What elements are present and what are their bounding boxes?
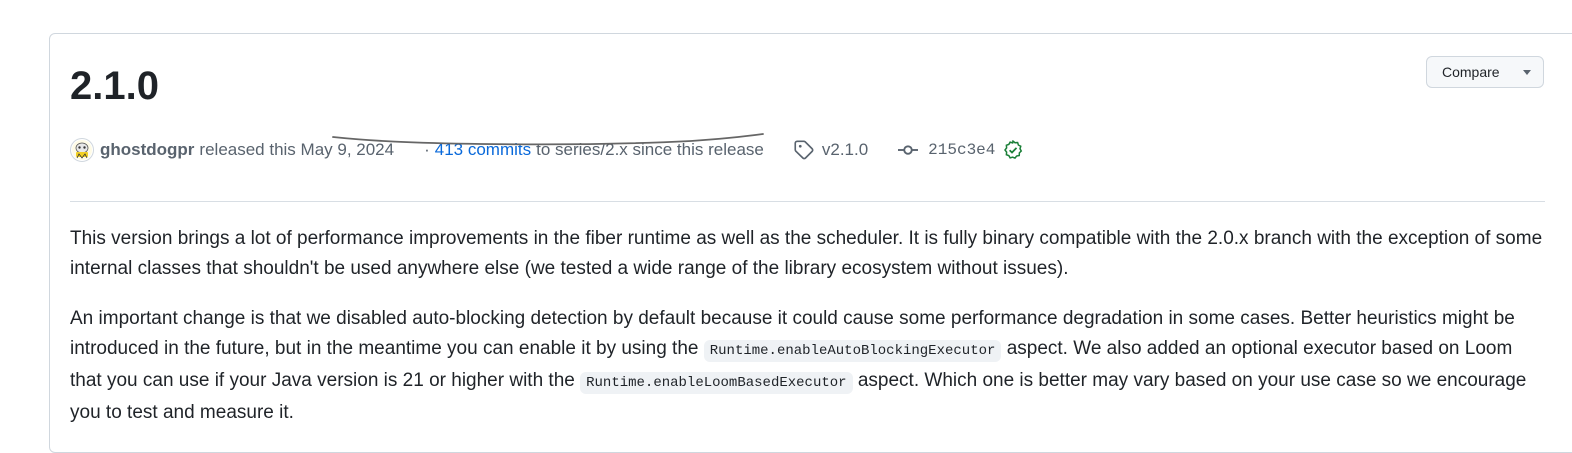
commit-sha-link[interactable]: 215c3e4 <box>928 141 995 159</box>
release-meta: ghostdogpr released this May 9, 2024 · 4… <box>70 135 1023 165</box>
compare-button[interactable]: Compare <box>1426 56 1544 88</box>
compare-label: Compare <box>1442 64 1500 80</box>
notes-paragraph-1: This version brings a lot of performance… <box>70 228 1543 279</box>
author-link[interactable]: ghostdogpr <box>100 140 194 160</box>
triangle-down-icon <box>1523 69 1531 75</box>
commits-separator: · <box>424 140 430 159</box>
avatar-icon[interactable] <box>70 138 94 162</box>
divider <box>70 201 1545 202</box>
git-commit-icon <box>898 140 919 160</box>
commits-link[interactable]: 413 commits <box>435 140 531 160</box>
released-text: released this May 9, 2024 <box>199 140 395 159</box>
notes-paragraph-2: An important change is that we disabled … <box>70 304 1548 428</box>
inline-code-auto-blocking: Runtime.enableAutoBlockingExecutor <box>703 340 1002 362</box>
tag-icon <box>794 140 814 160</box>
release-title[interactable]: 2.1.0 <box>70 62 159 110</box>
tag-link[interactable]: v2.1.0 <box>822 140 868 160</box>
verified-check-icon[interactable] <box>1003 140 1023 160</box>
release-notes: This version brings a lot of performance… <box>70 224 1548 448</box>
inline-code-loom: Runtime.enableLoomBasedExecutor <box>580 372 853 394</box>
commits-suffix: to series/2.x since this release <box>536 140 764 159</box>
release-card: 2.1.0 Compare ghostdogpr released this M… <box>49 33 1572 453</box>
